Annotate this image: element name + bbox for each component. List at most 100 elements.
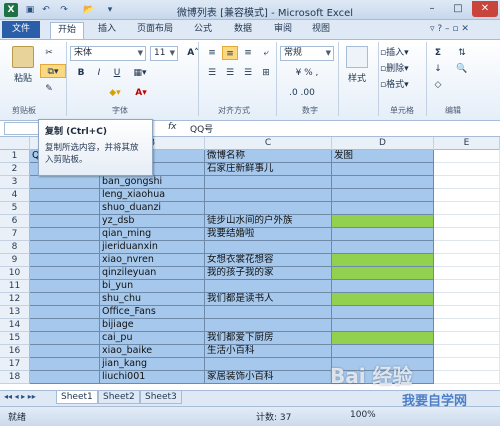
cell-b-6[interactable]: yz_dsb (100, 215, 205, 228)
cell-e-10[interactable] (434, 267, 500, 280)
column-header-d[interactable]: D (332, 137, 434, 150)
save-icon[interactable]: ▣ (24, 4, 36, 16)
cell-b-3[interactable]: ban_gongshi (100, 176, 205, 189)
cell-a-11[interactable] (30, 280, 100, 293)
cell-a-3[interactable] (30, 176, 100, 189)
cell-b-14[interactable]: bijiage (100, 319, 205, 332)
cell-b-13[interactable]: Office_Fans (100, 306, 205, 319)
underline-button[interactable]: U (110, 66, 124, 80)
format-painter-icon[interactable]: ✎ (42, 82, 56, 96)
cell-b-16[interactable]: xiao_baike (100, 345, 205, 358)
cell-e-12[interactable] (434, 293, 500, 306)
row-header[interactable]: 12 (0, 293, 30, 306)
cell-b-18[interactable]: liuchi001 (100, 371, 205, 384)
cell-d-11[interactable] (332, 280, 434, 293)
sheet-tab-1[interactable]: Sheet1 (56, 391, 98, 404)
sort-filter-icon[interactable]: ⇅ (452, 46, 472, 60)
align-top-icon[interactable]: ≡ (204, 46, 220, 60)
font-color-icon[interactable]: A▾ (130, 86, 152, 100)
redo-icon[interactable]: ↷ (58, 4, 70, 16)
cell-b-4[interactable]: leng_xiaohua (100, 189, 205, 202)
cell-c-11[interactable] (205, 280, 332, 293)
cell-c-17[interactable] (205, 358, 332, 371)
cell-e-18[interactable] (434, 371, 500, 384)
cell-c-18[interactable]: 家居装饰小百科 (205, 371, 332, 384)
cell-a-9[interactable] (30, 254, 100, 267)
select-all-corner[interactable] (0, 137, 30, 150)
bold-button[interactable]: B (74, 66, 88, 80)
cell-e-16[interactable] (434, 345, 500, 358)
cell-a-14[interactable] (30, 319, 100, 332)
cell-d-2[interactable] (332, 163, 434, 176)
font-name-dropdown[interactable]: 宋体 ▼ (70, 46, 146, 61)
italic-button[interactable]: I (92, 66, 106, 80)
autosum-button[interactable]: Σ (430, 46, 446, 60)
cell-b-8[interactable]: jieriduanxin (100, 241, 205, 254)
row-header[interactable]: 5 (0, 202, 30, 215)
grow-font-icon[interactable]: A˄ (182, 46, 204, 60)
cell-e-11[interactable] (434, 280, 500, 293)
decimal-icon[interactable]: .0 .00 (282, 86, 322, 100)
cell-c-7[interactable]: 我要结婚啦 (205, 228, 332, 241)
align-center-icon[interactable]: ☰ (222, 66, 238, 80)
cell-c-6[interactable]: 徒步山水间的户外族 (205, 215, 332, 228)
row-header[interactable]: 15 (0, 332, 30, 345)
cell-c-13[interactable] (205, 306, 332, 319)
cell-a-7[interactable] (30, 228, 100, 241)
cell-d-8[interactable] (332, 241, 434, 254)
cell-b-5[interactable]: shuo_duanzi (100, 202, 205, 215)
format-cells-button[interactable]: ▫格式▾ (380, 78, 424, 92)
cell-e-1[interactable] (434, 150, 500, 163)
cell-c-10[interactable]: 我的孩子我的家 (205, 267, 332, 280)
row-header[interactable]: 3 (0, 176, 30, 189)
cell-d-10[interactable] (332, 267, 434, 280)
copy-button[interactable]: ⧉▾ (40, 64, 66, 78)
cell-d-6[interactable] (332, 215, 434, 228)
cell-e-14[interactable] (434, 319, 500, 332)
cell-c-9[interactable]: 女想衣裳花想容 (205, 254, 332, 267)
cell-e-8[interactable] (434, 241, 500, 254)
cell-d-16[interactable] (332, 345, 434, 358)
cell-a-8[interactable] (30, 241, 100, 254)
cell-a-18[interactable] (30, 371, 100, 384)
wrap-text-icon[interactable]: ⤶ (258, 46, 274, 60)
cell-a-4[interactable] (30, 189, 100, 202)
cell-e-5[interactable] (434, 202, 500, 215)
fill-icon[interactable]: ↓ (430, 62, 446, 76)
cell-e-4[interactable] (434, 189, 500, 202)
row-header[interactable]: 14 (0, 319, 30, 332)
cell-d-3[interactable] (332, 176, 434, 189)
styles-icon[interactable] (346, 46, 368, 68)
row-header[interactable]: 9 (0, 254, 30, 267)
close-button[interactable]: ✕ (472, 1, 498, 17)
worksheet-grid[interactable]: 1QQ微博名称发图2huang石家庄新鲜事儿3ban_gongshi4leng_… (0, 150, 500, 390)
row-header[interactable]: 1 (0, 150, 30, 163)
cell-c-12[interactable]: 我们都是读书人 (205, 293, 332, 306)
paste-button[interactable]: 粘贴 (6, 72, 40, 86)
row-header[interactable]: 16 (0, 345, 30, 358)
cell-c-4[interactable] (205, 189, 332, 202)
paste-icon[interactable] (12, 46, 34, 68)
cell-c-2[interactable]: 石家庄新鲜事儿 (205, 163, 332, 176)
cell-c-3[interactable] (205, 176, 332, 189)
zoom-level[interactable]: 100% (350, 410, 376, 420)
cell-c-14[interactable] (205, 319, 332, 332)
styles-button[interactable]: 样式 (340, 72, 374, 86)
cell-b-9[interactable]: xiao_nvren (100, 254, 205, 267)
cell-a-16[interactable] (30, 345, 100, 358)
cell-a-17[interactable] (30, 358, 100, 371)
fill-color-icon[interactable]: ◆▾ (104, 86, 126, 100)
align-bottom-icon[interactable]: ≡ (240, 46, 256, 60)
tab-formulas[interactable]: 公式 (188, 22, 218, 39)
cell-a-13[interactable] (30, 306, 100, 319)
currency-percent-icon[interactable]: ¥ % , (282, 66, 332, 80)
tab-review[interactable]: 审阅 (268, 22, 298, 39)
tab-page-layout[interactable]: 页面布局 (130, 22, 180, 39)
clear-icon[interactable]: ◇ (430, 78, 446, 92)
cell-c-1[interactable]: 微博名称 (205, 150, 332, 163)
cell-d-12[interactable] (332, 293, 434, 306)
cell-e-2[interactable] (434, 163, 500, 176)
tab-insert[interactable]: 插入 (92, 22, 122, 39)
align-middle-icon[interactable]: ≡ (222, 46, 238, 60)
open-folder-icon[interactable]: 📂 (80, 4, 98, 16)
